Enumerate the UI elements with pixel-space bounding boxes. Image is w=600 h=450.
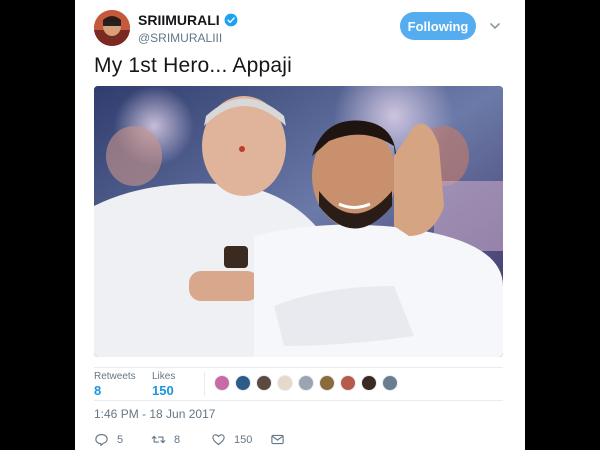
chevron-down-icon[interactable] — [489, 20, 501, 32]
direct-message-button[interactable] — [270, 432, 285, 447]
reply-button[interactable]: 5 — [94, 432, 123, 447]
author-name-row[interactable]: SRIIMURALI — [138, 12, 238, 28]
verified-badge-icon — [224, 13, 238, 27]
liker-avatar[interactable] — [214, 375, 230, 391]
tweet-timestamp[interactable]: 1:46 PM - 18 Jun 2017 — [94, 407, 215, 421]
author-handle[interactable]: @SRIMURALIII — [138, 31, 222, 45]
retweets-stat[interactable]: Retweets 8 — [94, 371, 136, 398]
liker-avatar[interactable] — [256, 375, 272, 391]
retweets-count: 8 — [94, 383, 102, 398]
reply-icon — [95, 433, 108, 446]
tweet-card: SRIIMURALI @SRIMURALIII Following My 1st… — [75, 0, 525, 450]
likes-stat[interactable]: Likes 150 — [152, 371, 175, 398]
liker-avatar[interactable] — [319, 375, 335, 391]
retweets-label: Retweets — [94, 371, 136, 382]
stats-divider — [204, 372, 205, 396]
retweet-count: 8 — [174, 433, 181, 446]
tweet-text: My 1st Hero... Appaji — [94, 54, 292, 77]
reply-count: 5 — [117, 433, 124, 446]
author-avatar[interactable] — [94, 10, 130, 46]
like-count: 150 — [234, 433, 253, 446]
liker-avatar[interactable] — [277, 375, 293, 391]
retweet-button[interactable]: 8 — [151, 432, 180, 447]
message-icon — [271, 434, 284, 445]
liker-avatar[interactable] — [361, 375, 377, 391]
like-icon — [212, 434, 225, 446]
liker-avatars — [214, 368, 403, 398]
likes-count: 150 — [152, 383, 174, 398]
likes-label: Likes — [152, 371, 176, 382]
like-button[interactable]: 150 — [211, 432, 252, 447]
liker-avatar[interactable] — [298, 375, 314, 391]
retweet-icon — [151, 435, 166, 444]
tweet-photo[interactable] — [94, 86, 503, 357]
liker-avatar[interactable] — [382, 375, 398, 391]
engagement-stats: Retweets 8 Likes 150 — [94, 367, 503, 401]
following-button[interactable]: Following — [400, 12, 476, 40]
author-display-name[interactable]: SRIIMURALI — [138, 12, 220, 28]
liker-avatar[interactable] — [235, 375, 251, 391]
liker-avatar[interactable] — [340, 375, 356, 391]
